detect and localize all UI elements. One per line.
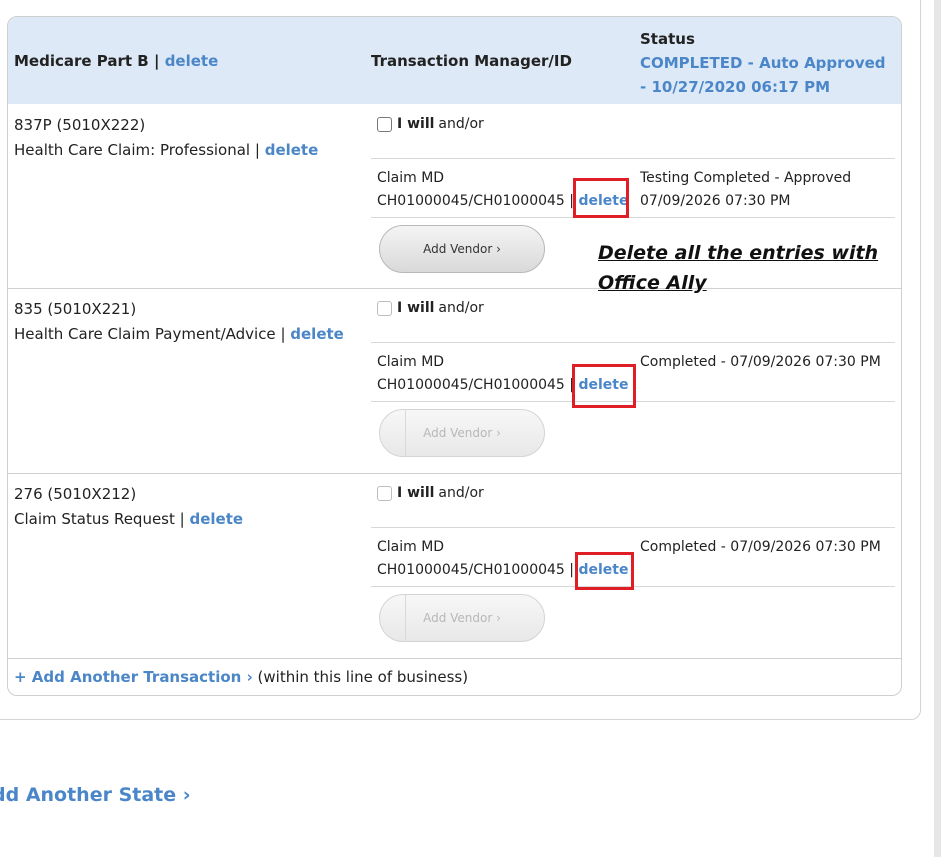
transaction-code: 276 (5010X212) [14,485,137,503]
i-will-option: I will and/or [377,485,484,501]
and-or-label: and/or [438,485,484,501]
status-column: Status COMPLETED - Auto Approved - 10/27… [640,27,890,99]
vendor-row: Claim MD CH01000045/CH01000045 | delete … [371,159,895,218]
highlight-box [575,552,634,590]
delete-transaction-link[interactable]: delete [189,510,243,528]
transaction-title: 276 (5010X212) Claim Status Request | de… [14,482,243,532]
vendor-id: CH01000045/CH01000045 [377,193,565,209]
highlight-box [572,364,636,408]
transaction-manager-heading: Transaction Manager/ID [371,52,572,70]
i-will-checkbox[interactable] [377,116,392,132]
and-or-label: and/or [438,300,484,316]
i-will-checkbox [377,485,392,501]
vendor-status: Testing Completed - Approved 07/09/2026 … [640,167,851,213]
transaction-name: Health Care Claim: Professional [14,141,251,159]
i-will-label: I will [397,300,435,316]
i-will-option: I will and/or [377,300,484,316]
i-will-label: I will [397,485,435,501]
transaction-code: 835 (5010X221) [14,300,137,318]
transaction-code: 837P (5010X222) [14,116,146,134]
scrollbar[interactable] [934,0,941,857]
i-will-checkbox [377,300,392,316]
separator: | [153,52,160,70]
line-of-business-name: Medicare Part B [14,52,149,70]
transaction-section-276: 276 (5010X212) Claim Status Request | de… [8,473,901,658]
vendor-status-line2: 07/09/2026 07:30 PM [640,193,791,209]
add-transaction-note: (within this line of business) [257,668,469,686]
transaction-title: 835 (5010X221) Health Care Claim Payment… [14,297,344,347]
add-transaction-row: + Add Another Transaction › (within this… [8,658,901,695]
and-or-label: and/or [438,116,484,132]
vendor-status: Completed - 07/09/2026 07:30 PM [640,536,881,559]
add-vendor-button[interactable]: Add Vendor › [379,225,545,273]
status-heading: Status [640,30,695,48]
transaction-title: 837P (5010X222) Health Care Claim: Profe… [14,113,318,163]
vendor-id: CH01000045/CH01000045 [377,562,565,578]
transaction-name: Health Care Claim Payment/Advice [14,325,276,343]
annotation-note: Delete all the entries with Office Ally [598,242,879,294]
transaction-section-835: 835 (5010X221) Health Care Claim Payment… [8,288,901,474]
i-will-option[interactable]: I will and/or [377,116,484,132]
delete-line-of-business-link[interactable]: delete [165,52,219,70]
i-will-label: I will [397,116,435,132]
add-vendor-button: Add Vendor › [379,409,545,457]
status-value: COMPLETED - Auto Approved - 10/27/2020 0… [640,54,886,96]
highlight-box [573,178,629,218]
vendor-id: CH01000045/CH01000045 [377,377,565,393]
vendor-status-line1: Completed - 07/09/2026 07:30 PM [640,539,881,555]
vendor-status-line1: Completed - 07/09/2026 07:30 PM [640,354,881,370]
line-of-business-card: Medicare Part B | delete Transaction Man… [7,16,902,696]
add-vendor-button: Add Vendor › [379,594,545,642]
card-header: Medicare Part B | delete Transaction Man… [8,17,901,104]
add-another-state-link[interactable]: dd Another State › [0,784,191,806]
vendor-status-line1: Testing Completed - Approved [640,170,852,186]
transaction-name: Claim Status Request [14,510,175,528]
delete-transaction-link[interactable]: delete [290,325,344,343]
delete-transaction-link[interactable]: delete [265,141,319,159]
line-of-business-title: Medicare Part B | delete [14,52,218,70]
vendor-status: Completed - 07/09/2026 07:30 PM [640,351,881,374]
add-another-transaction-link[interactable]: + Add Another Transaction › [14,668,253,686]
